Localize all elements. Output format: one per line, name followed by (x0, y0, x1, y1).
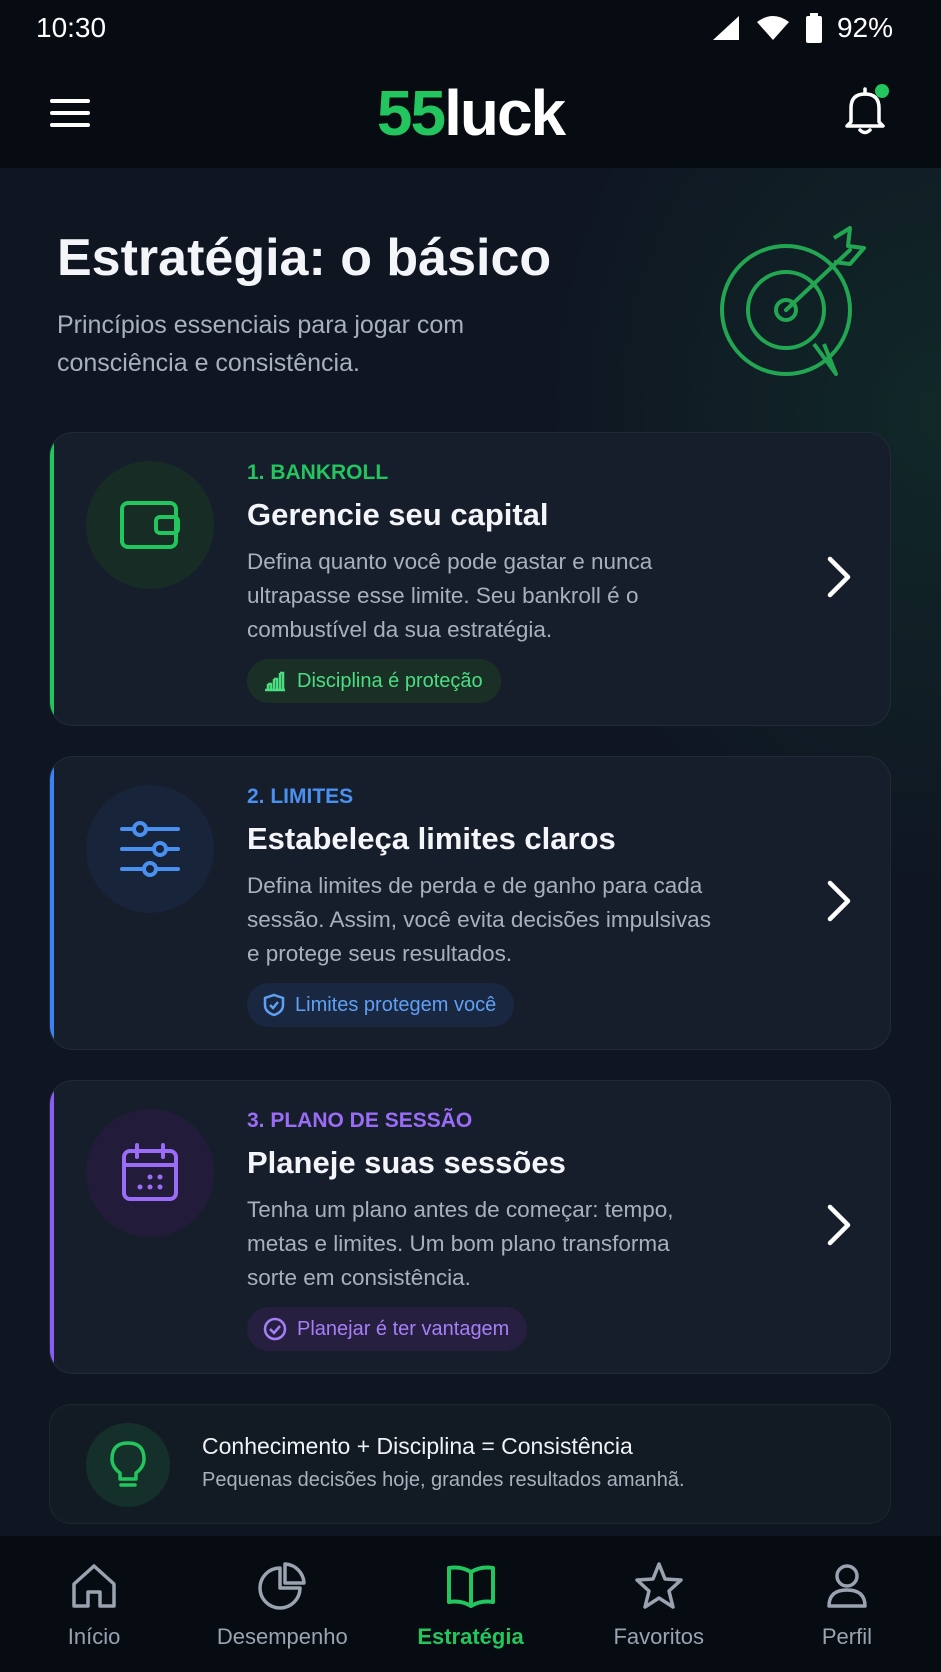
nav-label: Estratégia (417, 1624, 524, 1649)
card-accent (50, 757, 54, 1049)
book-icon (446, 1565, 495, 1608)
card-accent (50, 433, 54, 725)
chip-label: Planejar é ter vantagem (297, 1317, 510, 1340)
card-description: Defina limites de perda e de ganho para … (247, 873, 711, 966)
bottom-nav: Início Desempenho Estratégia Favoritos P… (0, 1536, 941, 1672)
page-subtitle: Princípios essenciais para jogar com con… (57, 311, 465, 377)
strategy-card-plano[interactable]: 3. PLANO DE SESSÃO Planeje suas sessões … (49, 1080, 891, 1374)
chevron-right-icon[interactable] (824, 1203, 854, 1247)
wallet-icon (120, 501, 180, 549)
home-icon (72, 1564, 116, 1608)
app-logo[interactable]: 55luck (0, 76, 941, 150)
card-chip: Limites protegem você (247, 983, 515, 1027)
nav-item-estrategia[interactable]: Estratégia (376, 1536, 564, 1672)
status-bar: 10:30 92% (0, 0, 941, 58)
chip-label: Limites protegem você (295, 993, 497, 1016)
nav-label: Desempenho (216, 1624, 348, 1649)
main-content: Estratégia: o básico Princípios essencia… (0, 168, 941, 1536)
card-chip: Planejar é ter vantagem (247, 1307, 528, 1351)
wifi-icon (756, 16, 789, 40)
card-tag: 1. BANKROLL (247, 461, 389, 484)
card-title: Estabeleça limites claros (247, 821, 616, 856)
chevron-right-icon[interactable] (824, 879, 854, 923)
shield-icon (263, 993, 285, 1017)
target-icon (720, 226, 866, 376)
nav-item-desempenho[interactable]: Desempenho (188, 1536, 376, 1672)
status-icons: 92% (711, 12, 893, 44)
tip-title: Conhecimento + Disciplina = Consistência (202, 1433, 633, 1459)
notifications-button[interactable] (841, 84, 889, 136)
card-chip: Disciplina é proteção (247, 659, 501, 703)
battery-percent: 92% (836, 12, 893, 43)
check-circle-icon (263, 1317, 287, 1341)
star-icon (634, 1562, 683, 1609)
card-tag: 3. PLANO DE SESSÃO (247, 1109, 473, 1132)
card-description: Tenha um plano antes de começar: tempo, … (247, 1197, 674, 1290)
nav-item-favoritos[interactable]: Favoritos (565, 1536, 753, 1672)
battery-icon (805, 13, 822, 43)
chevron-right-icon[interactable] (824, 555, 854, 599)
strategy-card-bankroll[interactable]: 1. BANKROLL Gerencie seu capital Defina … (49, 432, 891, 726)
tip-subtitle: Pequenas decisões hoje, grandes resultad… (202, 1469, 685, 1491)
card-icon-circle (86, 785, 214, 913)
notification-dot (875, 84, 889, 98)
bar-chart-icon (265, 671, 285, 692)
card-icon-circle (86, 1109, 214, 1237)
user-icon (827, 1564, 867, 1608)
card-description: Defina quanto você pode gastar e nunca u… (247, 549, 653, 642)
card-icon-circle (86, 461, 214, 589)
nav-label: Início (67, 1624, 121, 1649)
card-accent (50, 1081, 54, 1373)
nav-item-perfil[interactable]: Perfil (753, 1536, 941, 1672)
app-header: 55luck (0, 58, 941, 168)
page-title: Estratégia: o básico (57, 229, 552, 287)
nav-label: Perfil (821, 1624, 872, 1649)
chip-label: Disciplina é proteção (297, 669, 483, 692)
nav-item-inicio[interactable]: Início (0, 1536, 188, 1672)
status-time: 10:30 (36, 12, 107, 43)
strategy-card-limites[interactable]: 2. LIMITES Estabeleça limites claros Def… (49, 756, 891, 1050)
signal-icon (712, 16, 739, 40)
tip-card: Conhecimento + Disciplina = Consistência… (49, 1404, 891, 1524)
sliders-icon (120, 821, 180, 877)
card-title: Planeje suas sessões (247, 1145, 566, 1180)
lightbulb-icon (110, 1441, 146, 1487)
card-title: Gerencie seu capital (247, 497, 549, 532)
nav-label: Favoritos (613, 1624, 704, 1649)
bulb-circle (86, 1423, 170, 1507)
pie-chart-icon (258, 1562, 307, 1610)
calendar-icon (122, 1143, 178, 1201)
card-tag: 2. LIMITES (247, 785, 354, 808)
